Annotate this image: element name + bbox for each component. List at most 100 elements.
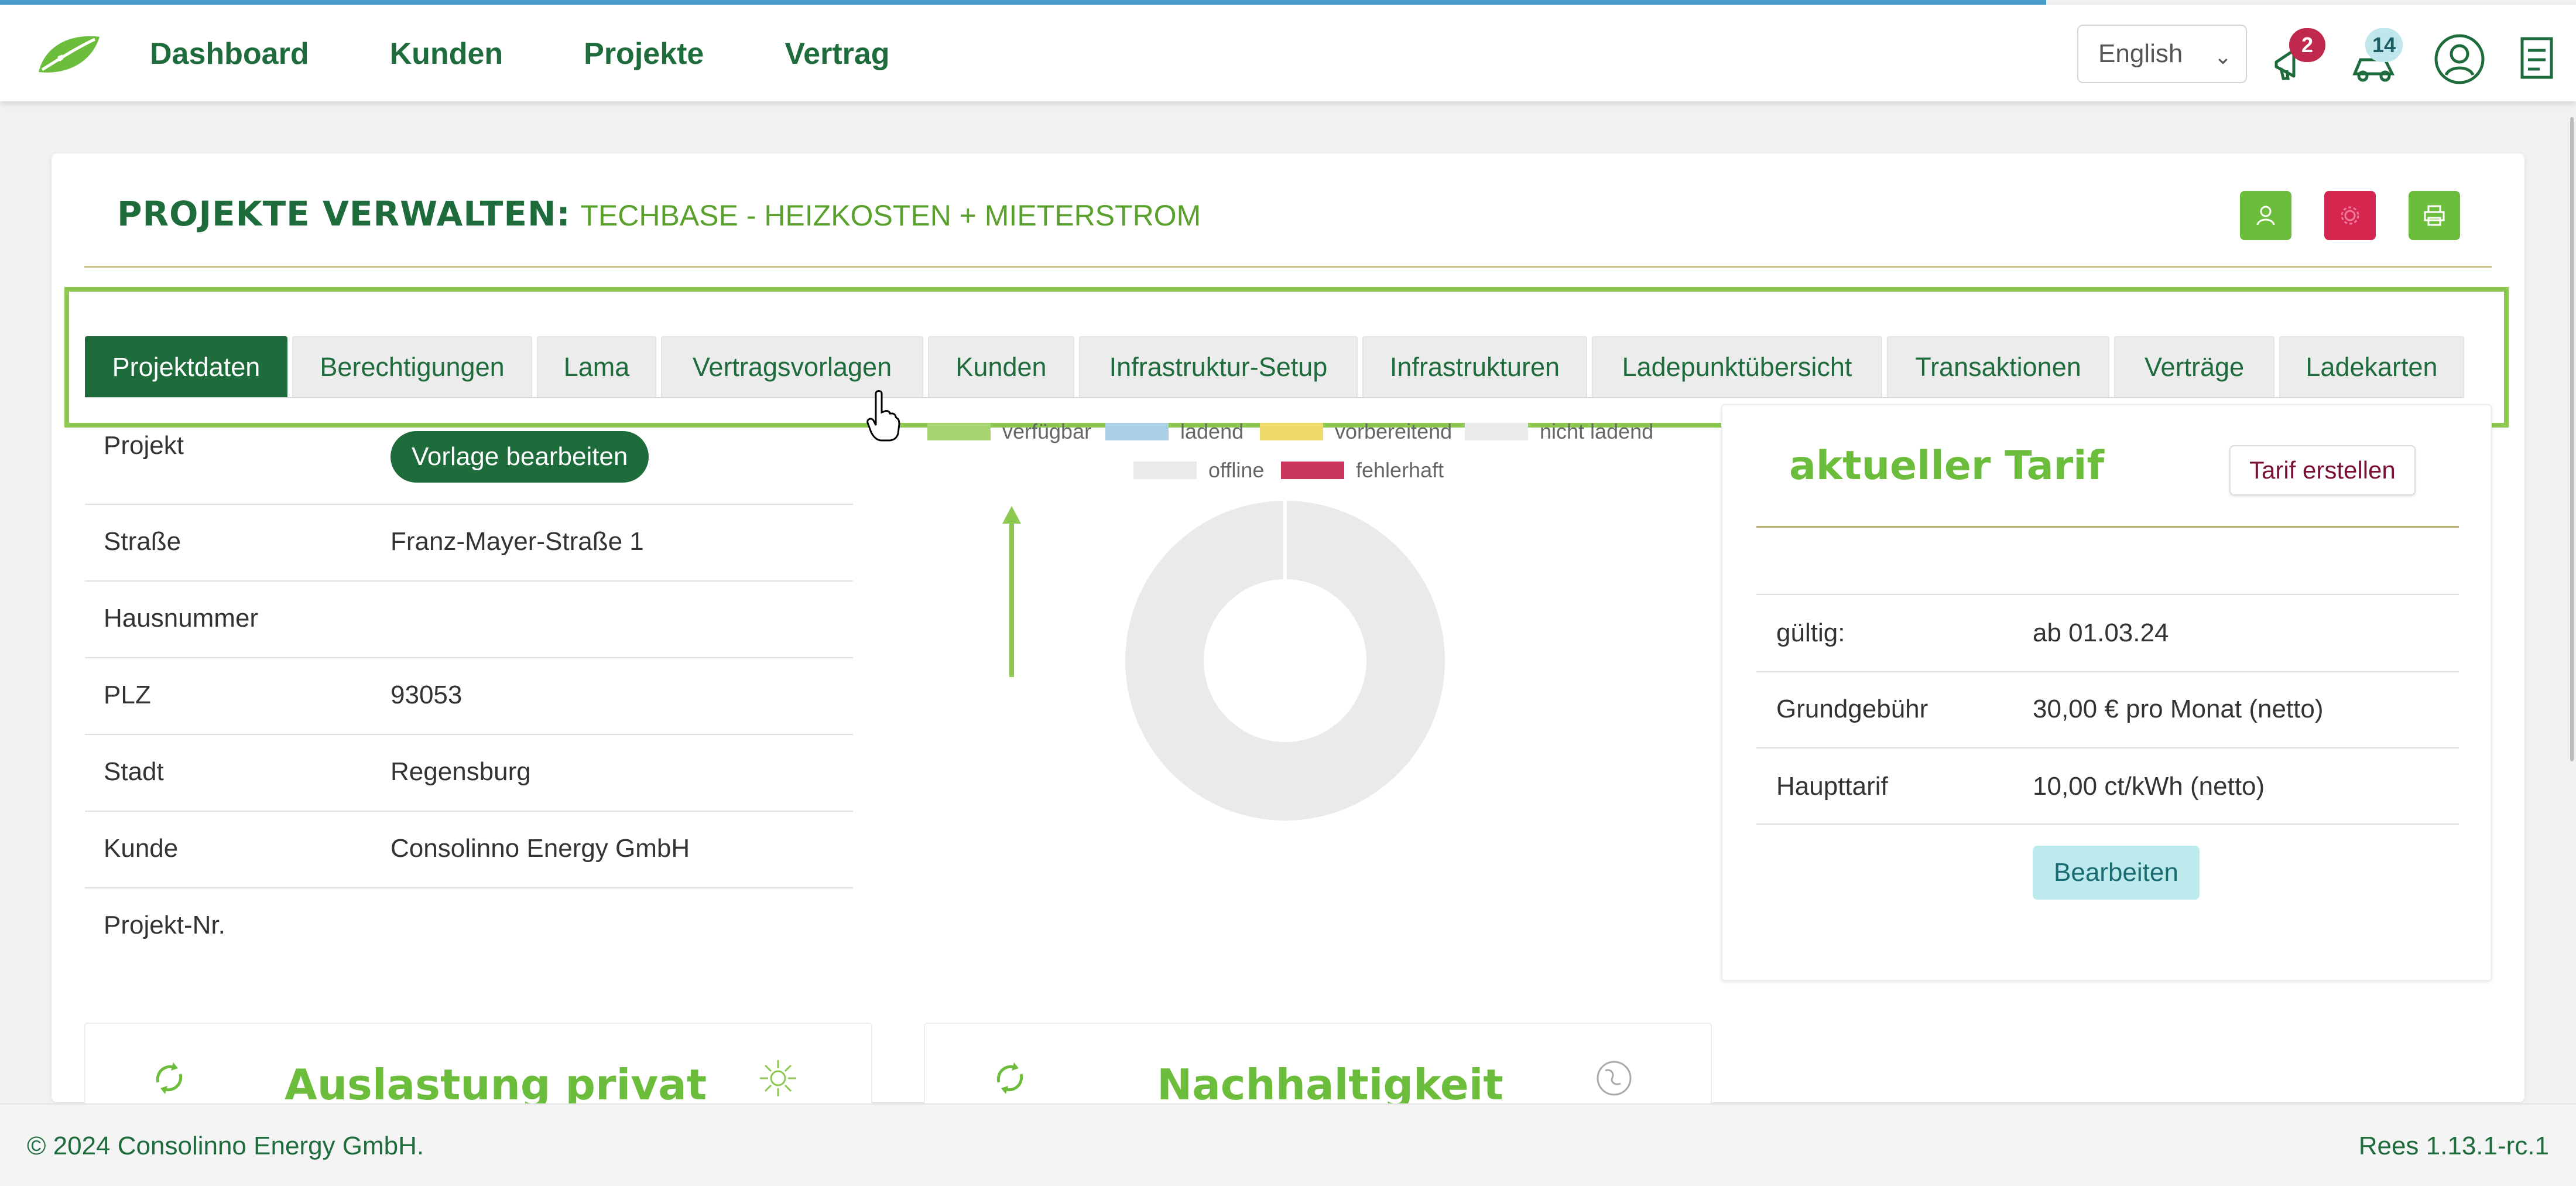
row-label: Projekt <box>104 431 184 460</box>
page-load-progress <box>0 0 2576 5</box>
row-label: Stadt <box>104 757 164 786</box>
legend-item: ladend <box>1105 419 1244 444</box>
legend-swatch <box>1260 423 1323 440</box>
legend-swatch <box>1465 423 1528 440</box>
tariff-row-divider <box>1756 671 2459 672</box>
legend-label: offline <box>1208 458 1265 482</box>
tabs-underline <box>85 397 2462 398</box>
legend-swatch <box>1133 462 1197 479</box>
row-label: Straße <box>104 527 181 556</box>
edit-template-button[interactable]: Vorlage bearbeiten <box>390 431 649 483</box>
legend-swatch <box>927 423 991 440</box>
project-data-table: Projekt Vorlage bearbeiten Straße Franz-… <box>85 423 853 965</box>
table-row: Projekt Vorlage bearbeiten <box>85 423 853 505</box>
legend-swatch <box>1105 423 1169 440</box>
table-row: Projekt-Nr. <box>85 888 853 965</box>
print-button[interactable] <box>2409 191 2460 240</box>
legend-label: verfügbar <box>1002 419 1092 443</box>
tariff-row-divider <box>1756 747 2459 748</box>
settings-button[interactable] <box>2324 191 2376 240</box>
tab-projektdaten[interactable]: Projektdaten <box>85 336 287 398</box>
row-label: PLZ <box>104 681 151 709</box>
tab-ladepunktuebersicht[interactable]: Ladepunktübersicht <box>1592 336 1882 398</box>
table-row: Stadt Regensburg <box>85 735 853 812</box>
consolinno-logo[interactable] <box>34 31 103 78</box>
row-label: Hausnummer <box>104 604 259 633</box>
row-value: 93053 <box>390 681 463 709</box>
globe-icon <box>1597 1061 1632 1096</box>
page-title-project: TECHBASE - HEIZKOSTEN + MIETERSTROM <box>580 199 1201 232</box>
row-label: Kunde <box>104 834 179 863</box>
tab-infrastrukturen[interactable]: Infrastrukturen <box>1362 336 1587 398</box>
nav-projekte[interactable]: Projekte <box>584 36 704 71</box>
row-value: Franz-Mayer-Straße 1 <box>390 527 644 556</box>
language-select[interactable]: English ⌄ <box>2077 25 2247 83</box>
tab-vertraege[interactable]: Verträge <box>2114 336 2274 398</box>
tariff-divider <box>1756 526 2459 528</box>
table-row: Kunde Consolinno Energy GmbH <box>85 812 853 888</box>
user-account-icon[interactable] <box>2433 33 2486 86</box>
utilization-title: Auslastung privat <box>285 1060 707 1109</box>
legend-label: vorbereitend <box>1335 419 1453 443</box>
notification-badge: 2 <box>2289 28 2325 62</box>
nav-kunden[interactable]: Kunden <box>390 36 503 71</box>
tariff-label: Grundgebühr <box>1776 695 1928 723</box>
main-nav: Dashboard Kunden Projekte Vertrag <box>150 36 971 71</box>
gear-icon <box>2341 206 2359 225</box>
tab-bar: Projektdaten Berechtigungen Lama Vertrag… <box>85 336 2469 398</box>
messages-badge: 14 <box>2365 28 2403 62</box>
row-label: Projekt-Nr. <box>104 911 225 939</box>
table-row: PLZ 93053 <box>85 658 853 735</box>
tab-berechtigungen[interactable]: Berechtigungen <box>292 336 532 398</box>
tariff-title: aktueller Tarif <box>1789 443 2105 489</box>
language-value: English <box>2098 39 2183 68</box>
hand-pointer-cursor <box>866 390 900 442</box>
charging-status-donut <box>1125 499 1445 821</box>
tab-lama[interactable]: Lama <box>537 336 656 398</box>
legend-label: fehlerhaft <box>1356 458 1444 482</box>
progress-fill <box>0 0 2046 5</box>
copyright-text: © 2024 Consolinno Energy GmbH. <box>27 1132 424 1160</box>
row-value: Consolinno Energy GmbH <box>390 834 690 863</box>
sun-icon <box>760 1060 796 1096</box>
tariff-value: 30,00 € pro Monat (netto) <box>2033 695 2324 723</box>
tab-transaktionen[interactable]: Transaktionen <box>1887 336 2109 398</box>
tariff-value: ab 01.03.24 <box>2033 618 2169 647</box>
tariff-row-divider <box>1756 594 2459 595</box>
top-header: Dashboard Kunden Projekte Vertrag Englis… <box>0 5 2576 101</box>
legend-label: nicht ladend <box>1540 419 1654 443</box>
legend-item: vorbereitend <box>1260 419 1452 444</box>
page-scrollbar[interactable] <box>2570 117 2574 761</box>
legend-item: fehlerhaft <box>1281 458 1444 483</box>
edit-tariff-button[interactable]: Bearbeiten <box>2033 846 2200 900</box>
chevron-down-icon: ⌄ <box>2214 45 2232 69</box>
user-icon <box>2256 206 2275 225</box>
table-row: Hausnummer <box>85 582 853 658</box>
tab-ladekarten[interactable]: Ladekarten <box>2279 336 2464 398</box>
nav-vertrag[interactable]: Vertrag <box>785 36 889 71</box>
page-title: PROJEKTE VERWALTEN: TECHBASE - HEIZKOSTE… <box>117 193 1201 234</box>
legend-item: offline <box>1133 458 1264 483</box>
tariff-label: gültig: <box>1776 618 1845 647</box>
nav-dashboard[interactable]: Dashboard <box>150 36 309 71</box>
legend-item: nicht ladend <box>1465 419 1653 444</box>
version-text: Rees 1.13.1-rc.1 <box>2358 1132 2549 1160</box>
user-permission-button[interactable] <box>2240 191 2291 240</box>
tariff-label: Haupttarif <box>1776 772 1888 801</box>
legend-item: verfügbar <box>927 419 1091 444</box>
sustainability-title: Nachhaltigkeit <box>1157 1060 1503 1109</box>
create-tariff-button[interactable]: Tarif erstellen <box>2229 445 2416 495</box>
tariff-row-divider <box>1756 823 2459 825</box>
arrow-up-icon <box>1002 506 1021 677</box>
page-title-main: PROJEKTE VERWALTEN: <box>117 194 571 234</box>
title-divider <box>84 266 2492 268</box>
tab-infrastruktur-setup[interactable]: Infrastruktur-Setup <box>1079 336 1358 398</box>
tariff-value: 10,00 ct/kWh (netto) <box>2033 772 2265 801</box>
table-row: Straße Franz-Mayer-Straße 1 <box>85 505 853 582</box>
refresh-icon[interactable] <box>991 1059 1029 1098</box>
printer-icon <box>2424 205 2445 226</box>
document-icon[interactable] <box>2512 33 2564 86</box>
legend-label: ladend <box>1180 419 1244 443</box>
refresh-icon[interactable] <box>150 1059 189 1098</box>
tab-kunden[interactable]: Kunden <box>928 336 1074 398</box>
